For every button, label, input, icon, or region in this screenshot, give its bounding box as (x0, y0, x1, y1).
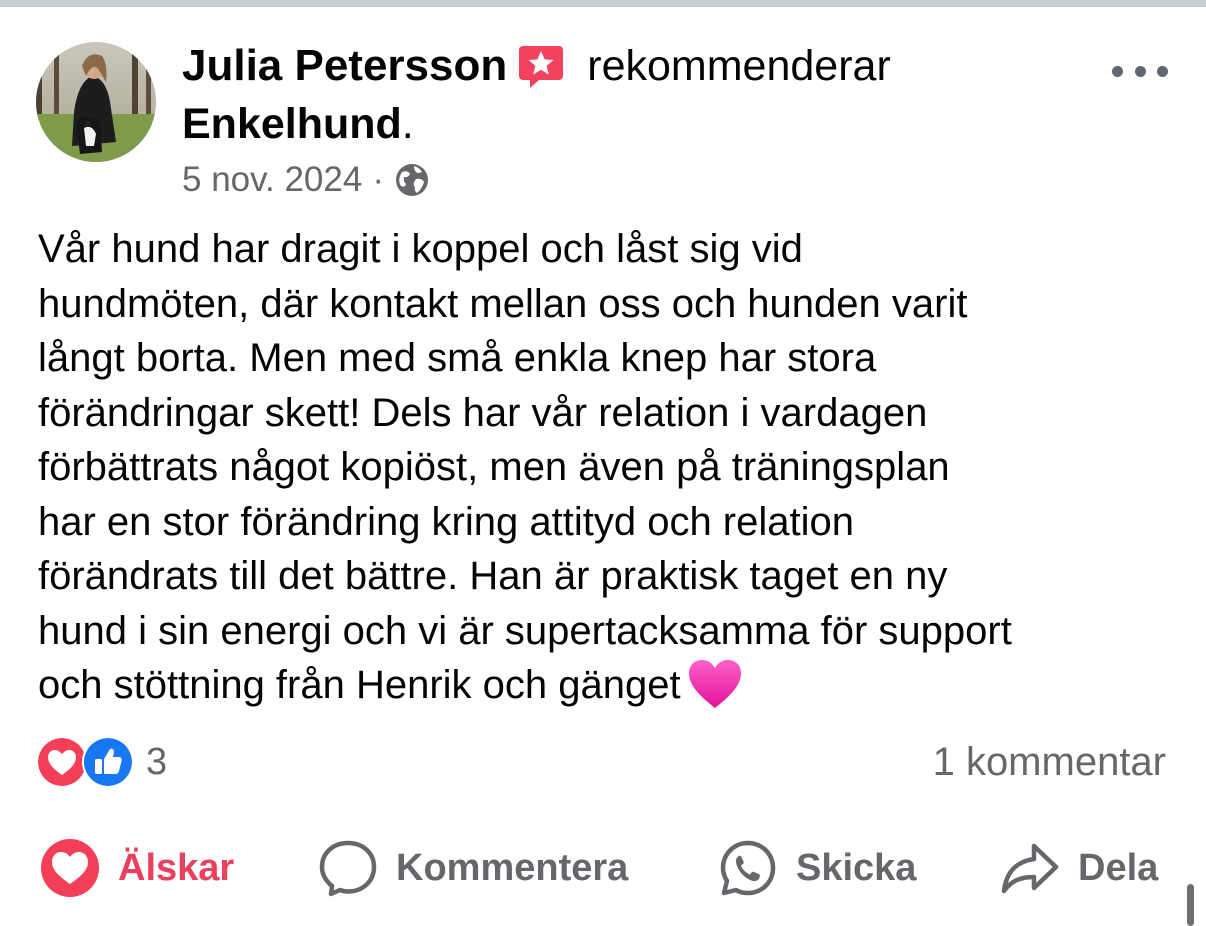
post-meta: 5 nov. 2024 · (182, 160, 430, 200)
recommend-verb: rekommenderar (587, 41, 891, 90)
send-button-label: Skicka (796, 846, 917, 889)
post-body-line: och stöttning från Henrik och gänget (38, 663, 681, 707)
page-suffix: . (401, 100, 414, 148)
post-body-last-line: och stöttning från Henrik och gänget (38, 658, 1188, 713)
comment-button-label: Kommentera (396, 846, 629, 889)
send-button[interactable]: Skicka (718, 836, 916, 900)
post-body-line: Vår hund har dragit i koppel och låst si… (38, 227, 803, 271)
more-options-icon[interactable] (1112, 58, 1168, 84)
post-body-line: hund i sin energi och vi är supertacksam… (38, 608, 1012, 653)
whatsapp-icon (720, 840, 776, 896)
recommended-page-name[interactable]: Enkelhund (182, 100, 402, 148)
share-button[interactable]: Dela (1000, 836, 1158, 900)
reactions-summary[interactable]: 3 (36, 736, 167, 788)
author-name[interactable]: Julia Petersson (182, 41, 507, 91)
comment-icon (319, 840, 377, 897)
meta-separator: · (372, 160, 384, 199)
post-date[interactable]: 5 nov. 2024 (182, 160, 362, 200)
post-body-line: förbättrats något kopiöst, men även på t… (38, 445, 950, 489)
globe-icon (394, 162, 430, 198)
post-header: Julia Petersson rekommenderar (182, 40, 891, 92)
share-icon (1001, 843, 1059, 894)
heart-icon (41, 839, 99, 897)
pink-heart-icon (687, 658, 743, 710)
love-reaction-icon (36, 736, 88, 788)
reaction-count: 3 (146, 740, 168, 783)
post-body-line: har en stor förändring kring attityd och… (38, 499, 854, 544)
love-button-label: Älskar (118, 846, 235, 889)
post-body-line: långt borta. Men med små enkla knep har … (38, 336, 877, 380)
avatar[interactable] (36, 42, 156, 162)
love-button[interactable]: Älskar (40, 836, 234, 900)
share-button-label: Dela (1078, 846, 1159, 889)
recommended-page-line: Enkelhund. (182, 100, 414, 149)
post-body: Vår hund har dragit i koppel och låst si… (38, 222, 1188, 713)
action-bar: Älskar Kommentera Skicka Dela (0, 836, 1206, 900)
like-reaction-icon (82, 736, 134, 788)
recommend-star-icon (517, 42, 565, 90)
post-body-line: hundmöten, där kontakt mellan oss och hu… (38, 281, 968, 326)
scrollbar-thumb[interactable] (1187, 884, 1194, 926)
post-body-line: förändrats till det bättre. Han är prakt… (38, 554, 948, 598)
comment-button[interactable]: Kommentera (318, 836, 628, 900)
comment-count[interactable]: 1 kommentar (933, 740, 1166, 785)
post-body-line: förändringar skett! Dels har vår relatio… (38, 390, 928, 435)
top-divider (0, 0, 1206, 7)
